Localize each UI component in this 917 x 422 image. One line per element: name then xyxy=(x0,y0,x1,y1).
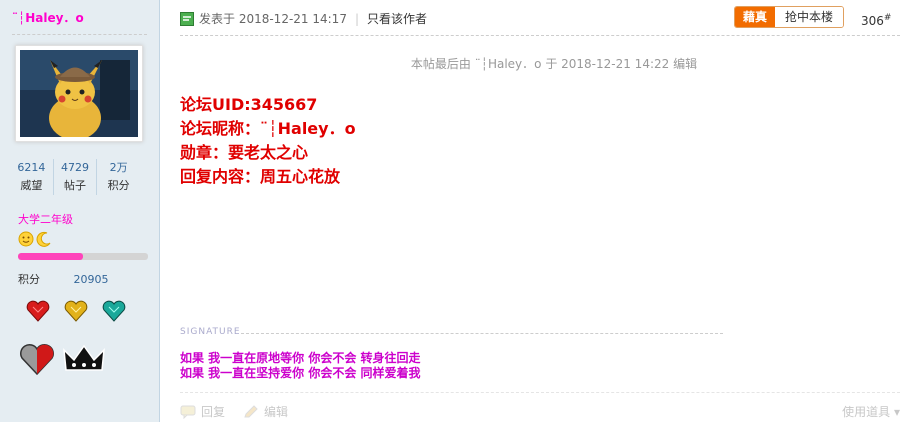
stat-label: 帖子 xyxy=(64,179,86,192)
edit-note: 本帖最后由 ¨┆Haley．o 于 2018-12-21 14:22 编辑 xyxy=(410,57,698,71)
signature: 如果 我一直在原地等你 你会不会 转身往回走 如果 我一直在坚持爱你 你会不会 … xyxy=(180,351,421,381)
stat-label: 威望 xyxy=(20,179,43,192)
credits-row: 积分 20905 xyxy=(18,271,109,287)
stat-label: 积分 xyxy=(107,179,130,192)
post-content: 论坛UID:345667 论坛昵称：¨┆Haley．o 勋章：要老太之心 回复内… xyxy=(180,93,356,189)
author-username[interactable]: ¨┆Haley．o xyxy=(12,9,84,26)
floor-number[interactable]: 306# xyxy=(861,13,891,28)
edit-label: 编辑 xyxy=(264,405,289,419)
post-meta: 发表于 2018-12-21 14:17 | 只看该作者 xyxy=(180,10,427,27)
level-progress-fill xyxy=(18,253,83,260)
separator: | xyxy=(354,11,359,26)
moon-icon xyxy=(36,231,51,247)
divider xyxy=(12,34,147,35)
tools-label: 使用道具 xyxy=(842,405,891,419)
silver-heart-medal-icon[interactable] xyxy=(18,340,56,378)
medal-row xyxy=(25,298,127,324)
post-date: 发表于 2018-12-21 14:17 xyxy=(199,12,347,26)
level-progress-bar xyxy=(18,253,148,260)
hot-button[interactable]: 藉真 xyxy=(735,7,776,27)
signature-line: 如果 我一直在坚持爱你 你会不会 同样爱着我 xyxy=(180,366,421,380)
stat-value: 2万 xyxy=(109,161,128,174)
avatar[interactable] xyxy=(15,45,143,142)
user-level[interactable]: 大学二年级 xyxy=(18,211,73,227)
online-status-icon xyxy=(180,11,194,26)
signature-divider xyxy=(241,333,723,334)
stat-value: 4729 xyxy=(61,161,89,174)
reply-icon xyxy=(180,405,196,419)
medal-row-large xyxy=(18,340,108,378)
reply-label: 回复 xyxy=(201,405,226,419)
credits-value: 20905 xyxy=(73,273,109,286)
floor-value: 306 xyxy=(861,14,884,28)
post-main: 发表于 2018-12-21 14:17 | 只看该作者 藉真 抢中本楼 306… xyxy=(161,0,917,422)
use-tools-button[interactable]: 使用道具 ▾ xyxy=(842,403,900,420)
crown-medal-icon[interactable] xyxy=(60,340,108,378)
forum-post: ¨┆Haley．o 6214 威望 4729 帖子 2万 积分 大学二年级 积分… xyxy=(0,0,917,422)
stat-credits[interactable]: 2万 积分 xyxy=(96,159,140,195)
teal-heart-medal-icon[interactable] xyxy=(101,298,127,324)
content-line: 勋章：要老太之心 xyxy=(180,143,309,162)
pencil-icon xyxy=(244,404,258,417)
reply-button[interactable]: 回复 xyxy=(180,403,225,420)
edit-button[interactable]: 编辑 xyxy=(243,403,288,420)
post-footer-actions: 回复 编辑 xyxy=(180,403,288,420)
signature-line: 如果 我一直在原地等你 你会不会 转身往回走 xyxy=(180,351,421,365)
author-stats: 6214 威望 4729 帖子 2万 积分 xyxy=(10,159,140,195)
floor-actions: 藉真 抢中本楼 xyxy=(734,6,845,28)
content-line: 论坛昵称：¨┆Haley．o xyxy=(180,119,356,138)
stat-value: 6214 xyxy=(17,161,46,174)
stat-posts[interactable]: 4729 帖子 xyxy=(52,159,97,195)
content-line: 论坛UID:345667 xyxy=(180,95,318,114)
gold-heart-medal-icon[interactable] xyxy=(63,298,89,324)
content-line: 回复内容：周五心花放 xyxy=(180,167,341,186)
divider xyxy=(180,35,900,36)
sun-icon xyxy=(18,231,34,247)
floor-mark: # xyxy=(883,13,892,23)
author-sidebar: ¨┆Haley．o 6214 威望 4729 帖子 2万 积分 大学二年级 积分… xyxy=(0,0,160,422)
grab-floor-button[interactable]: 抢中本楼 xyxy=(775,7,844,27)
signature-label: SIGNATURE xyxy=(180,327,241,337)
red-heart-medal-icon[interactable] xyxy=(25,298,51,324)
level-stars xyxy=(18,231,52,247)
avatar-image xyxy=(20,50,138,137)
divider xyxy=(180,392,900,393)
credits-label: 积分 xyxy=(18,273,40,286)
stat-prestige[interactable]: 6214 威望 xyxy=(10,159,53,195)
author-only-link[interactable]: 只看该作者 xyxy=(367,10,427,27)
